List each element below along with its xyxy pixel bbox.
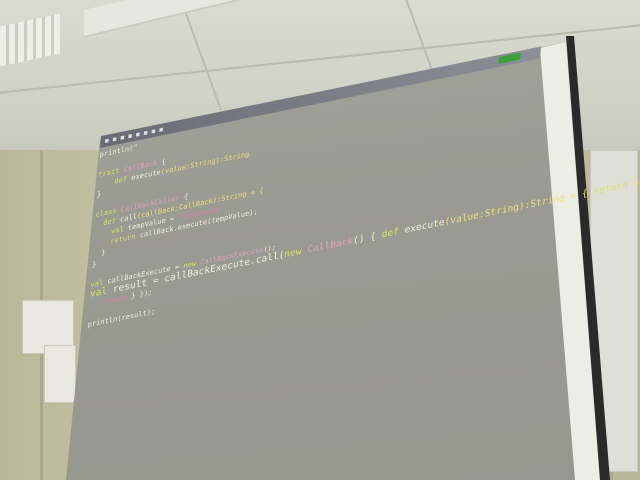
code-token: } (96, 190, 102, 199)
wall-paper (44, 345, 76, 403)
code-token: } (92, 248, 106, 259)
code-token: } (91, 260, 97, 269)
status-indicator (498, 52, 521, 65)
